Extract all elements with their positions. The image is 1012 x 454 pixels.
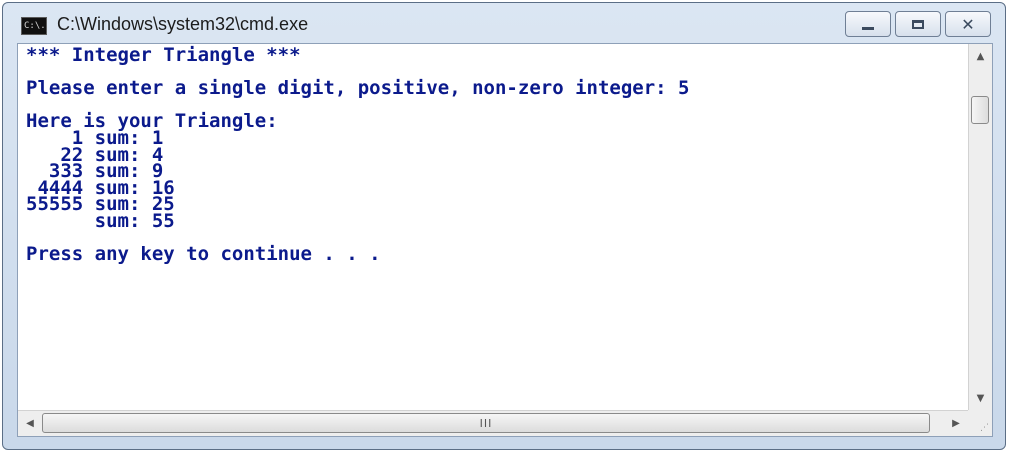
scroll-left-arrow-icon[interactable]: ◀ (18, 411, 42, 436)
console-line: Press any key to continue . . . (26, 243, 381, 266)
caption-buttons: ✕ (845, 11, 991, 37)
close-button[interactable]: ✕ (945, 11, 991, 37)
title-bar[interactable]: C:\. C:\Windows\system32\cmd.exe ✕ (3, 3, 1005, 43)
resize-grip-icon[interactable]: ⋰ (968, 410, 992, 436)
minimize-icon (862, 26, 874, 30)
scroll-thumb-grip: III (479, 416, 493, 430)
console-line: *** Integer Triangle *** (26, 44, 301, 66)
horizontal-scroll-thumb[interactable]: III (42, 413, 930, 433)
horizontal-scrollbar[interactable]: ◀ III ▶ (18, 410, 968, 436)
vertical-scrollbar[interactable]: ▲ ▼ (968, 44, 992, 410)
window-title: C:\Windows\system32\cmd.exe (57, 14, 309, 34)
scroll-down-arrow-icon[interactable]: ▼ (969, 386, 992, 410)
console-line: sum: 55 (26, 209, 175, 232)
console-line: Please enter a single digit, positive, n… (26, 77, 690, 100)
maximize-button[interactable] (895, 11, 941, 37)
console-text: *** Integer Triangle *** Please enter a … (18, 44, 968, 266)
console-output[interactable]: *** Integer Triangle *** Please enter a … (18, 44, 968, 410)
maximize-icon (912, 19, 924, 29)
console-window: C:\. C:\Windows\system32\cmd.exe ✕ *** I… (2, 2, 1006, 450)
vertical-scroll-thumb[interactable] (971, 96, 989, 124)
minimize-button[interactable] (845, 11, 891, 37)
cmd-app-icon[interactable]: C:\. (21, 17, 47, 35)
scroll-right-arrow-icon[interactable]: ▶ (944, 411, 968, 436)
close-icon: ✕ (961, 14, 975, 34)
scroll-up-arrow-icon[interactable]: ▲ (969, 44, 992, 68)
console-client-area: *** Integer Triangle *** Please enter a … (17, 43, 993, 437)
